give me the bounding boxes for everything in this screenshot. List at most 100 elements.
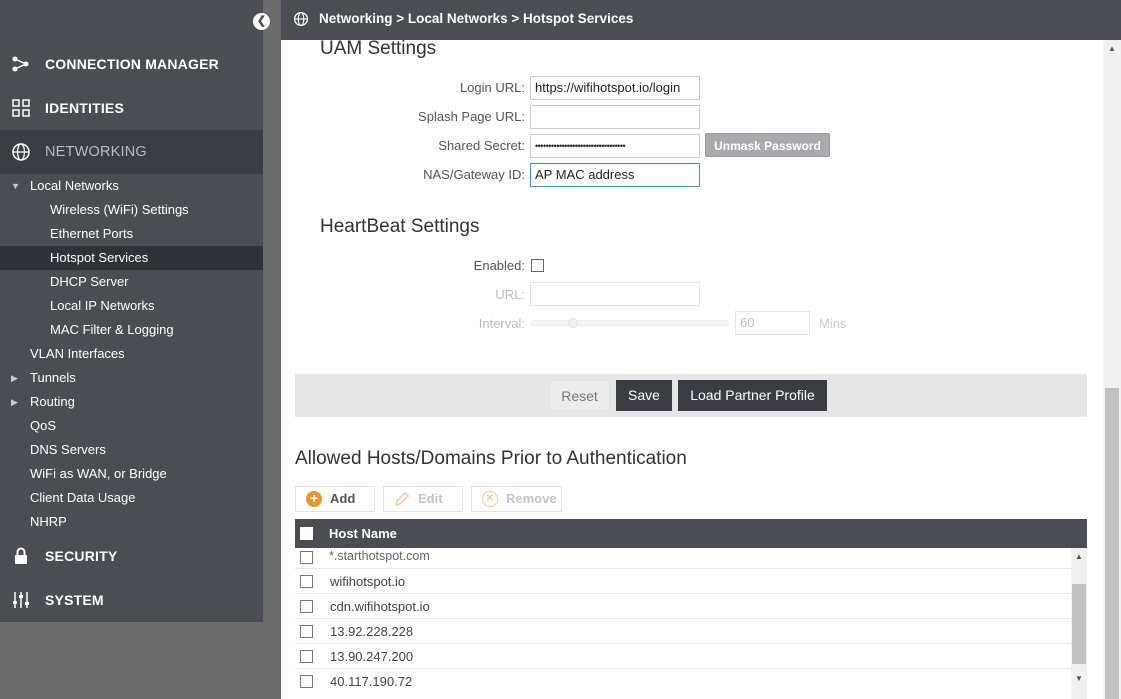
nav-dns-servers[interactable]: DNS Servers bbox=[30, 438, 106, 462]
nav-security[interactable]: SECURITY bbox=[0, 534, 263, 578]
splash-url-input[interactable] bbox=[530, 105, 700, 129]
column-host-name[interactable]: Host Name bbox=[329, 526, 397, 541]
globe-icon bbox=[293, 11, 309, 27]
action-bar: Reset Save Load Partner Profile bbox=[295, 374, 1087, 417]
login-url-input[interactable]: https://wifihotspot.io/login bbox=[530, 76, 700, 100]
table-row[interactable]: 13.92.228.228 bbox=[295, 619, 1071, 644]
page-scrollbar[interactable]: ▲ bbox=[1103, 40, 1121, 699]
nav-networking[interactable]: NETWORKING bbox=[0, 130, 263, 174]
topbar: Networking > Local Networks > Hotspot Se… bbox=[281, 0, 1121, 40]
nav-ethernet-ports[interactable]: Ethernet Ports bbox=[50, 222, 133, 246]
save-button[interactable]: Save bbox=[616, 380, 672, 411]
lock-icon bbox=[15, 547, 27, 564]
remove-icon: ✕ bbox=[482, 491, 498, 507]
add-icon: + bbox=[306, 491, 322, 507]
host-name: cdn.wifihotspot.io bbox=[330, 599, 430, 614]
nav-hotspot-services[interactable]: Hotspot Services bbox=[0, 246, 263, 270]
nav-mac-filter[interactable]: MAC Filter & Logging bbox=[50, 318, 174, 342]
sliders-icon bbox=[13, 592, 29, 608]
nav-label: NETWORKING bbox=[45, 144, 147, 160]
nav-wifi-as-wan[interactable]: WiFi as WAN, or Bridge bbox=[30, 462, 167, 486]
scroll-up-icon[interactable]: ▲ bbox=[1108, 44, 1116, 53]
unmask-password-button[interactable]: Unmask Password bbox=[705, 133, 830, 157]
main-content: UAM Settings Login URL: https://wifihots… bbox=[281, 40, 1103, 699]
allowed-hosts-title: Allowed Hosts/Domains Prior to Authentic… bbox=[295, 448, 687, 469]
interval-slider[interactable] bbox=[531, 320, 729, 326]
nav-local-ip-networks[interactable]: Local IP Networks bbox=[50, 294, 155, 318]
nav-routing[interactable]: Routing bbox=[30, 390, 75, 414]
shared-secret-input[interactable]: •••••••••••••••••••••••••••••••••• bbox=[530, 134, 700, 158]
host-name: 40.117.190.72 bbox=[330, 674, 413, 689]
nav-connection-manager[interactable]: CONNECTION MANAGER bbox=[0, 42, 263, 86]
row-checkbox[interactable] bbox=[300, 600, 313, 613]
nav-nhrp[interactable]: NHRP bbox=[30, 510, 67, 534]
table-scroll-thumb[interactable] bbox=[1072, 584, 1086, 664]
edit-host-button[interactable]: Edit bbox=[383, 486, 463, 512]
host-name: wifihotspot.io bbox=[330, 574, 406, 589]
table-row[interactable]: *.starthotspot.com bbox=[295, 548, 1071, 569]
table-scrollbar[interactable]: ▲ ▼ bbox=[1071, 548, 1087, 699]
table-row[interactable]: 40.117.190.72 bbox=[295, 669, 1071, 694]
nav-identities[interactable]: IDENTITIES bbox=[0, 86, 263, 130]
nav-label: CONNECTION MANAGER bbox=[45, 56, 219, 72]
nas-gateway-label: NAS/Gateway ID: bbox=[423, 167, 525, 182]
table-row[interactable]: cdn.wifihotspot.io bbox=[295, 594, 1071, 619]
uam-settings-title: UAM Settings bbox=[320, 40, 437, 59]
table-row[interactable]: wifihotspot.io bbox=[295, 569, 1071, 594]
grid-icon bbox=[12, 99, 30, 117]
pencil-icon bbox=[394, 491, 410, 507]
interval-unit: Mins bbox=[819, 316, 847, 331]
table-header: Host Name bbox=[295, 519, 1087, 548]
allowed-hosts-table: Host Name *.starthotspot.com wifihotspot… bbox=[295, 519, 1087, 699]
heartbeat-enabled-checkbox[interactable] bbox=[531, 259, 544, 272]
login-url-label: Login URL: bbox=[459, 80, 525, 95]
add-host-button[interactable]: + Add bbox=[295, 486, 375, 512]
edit-label: Edit bbox=[418, 491, 443, 506]
row-checkbox[interactable] bbox=[300, 551, 313, 564]
remove-host-button[interactable]: ✕ Remove bbox=[471, 486, 562, 512]
page-scroll-thumb[interactable] bbox=[1105, 388, 1119, 699]
breadcrumb: Networking > Local Networks > Hotspot Se… bbox=[319, 11, 634, 26]
select-all-checkbox[interactable] bbox=[300, 527, 313, 540]
nav-wireless-settings[interactable]: Wireless (WiFi) Settings bbox=[50, 198, 189, 222]
nav-label: SYSTEM bbox=[45, 592, 104, 608]
nav-system[interactable]: SYSTEM bbox=[0, 578, 263, 622]
shared-secret-label: Shared Secret: bbox=[438, 138, 525, 153]
host-name: 13.90.247.200 bbox=[330, 649, 414, 664]
table-row[interactable]: 13.90.247.200 bbox=[295, 644, 1071, 669]
row-checkbox[interactable] bbox=[300, 650, 313, 663]
enabled-label: Enabled: bbox=[473, 258, 525, 273]
sidebar: ❮ CONNECTION MANAGER IDENTITIES NETWORKI… bbox=[0, 0, 270, 622]
nav-label: SECURITY bbox=[45, 548, 118, 564]
scroll-down-icon[interactable]: ▼ bbox=[1075, 674, 1083, 683]
nav-dhcp-server[interactable]: DHCP Server bbox=[50, 270, 129, 294]
load-partner-profile-button[interactable]: Load Partner Profile bbox=[678, 380, 827, 411]
nav-vlan-interfaces[interactable]: VLAN Interfaces bbox=[30, 342, 125, 366]
interval-label: Interval: bbox=[478, 316, 525, 331]
scroll-up-icon[interactable]: ▲ bbox=[1075, 552, 1083, 561]
row-checkbox[interactable] bbox=[300, 575, 313, 588]
reset-button[interactable]: Reset bbox=[549, 380, 610, 411]
row-checkbox[interactable] bbox=[300, 675, 313, 688]
globe-icon bbox=[12, 143, 30, 161]
host-name: *.starthotspot.com bbox=[329, 549, 430, 563]
heartbeat-url-input[interactable] bbox=[530, 282, 700, 306]
interval-slider-handle[interactable] bbox=[568, 318, 578, 328]
nav-local-networks[interactable]: Local Networks bbox=[30, 174, 119, 198]
nav-qos[interactable]: QoS bbox=[30, 414, 56, 438]
host-name: 13.92.228.228 bbox=[330, 624, 414, 639]
nav-tunnels[interactable]: Tunnels bbox=[30, 366, 76, 390]
collapse-sidebar-icon[interactable]: ❮ bbox=[253, 13, 270, 30]
caret-down-icon[interactable]: ▼ bbox=[11, 174, 20, 198]
row-checkbox[interactable] bbox=[300, 625, 313, 638]
nav-label: IDENTITIES bbox=[45, 100, 125, 116]
heartbeat-url-label: URL: bbox=[495, 287, 525, 302]
remove-label: Remove bbox=[506, 491, 557, 506]
caret-right-icon[interactable]: ▶ bbox=[11, 366, 18, 390]
nav-client-data-usage[interactable]: Client Data Usage bbox=[30, 486, 136, 510]
nas-gateway-input[interactable]: AP MAC address bbox=[530, 163, 700, 187]
connection-icon bbox=[12, 56, 29, 72]
interval-input[interactable]: 60 bbox=[735, 311, 810, 335]
add-label: Add bbox=[330, 491, 356, 506]
caret-right-icon[interactable]: ▶ bbox=[11, 390, 18, 414]
